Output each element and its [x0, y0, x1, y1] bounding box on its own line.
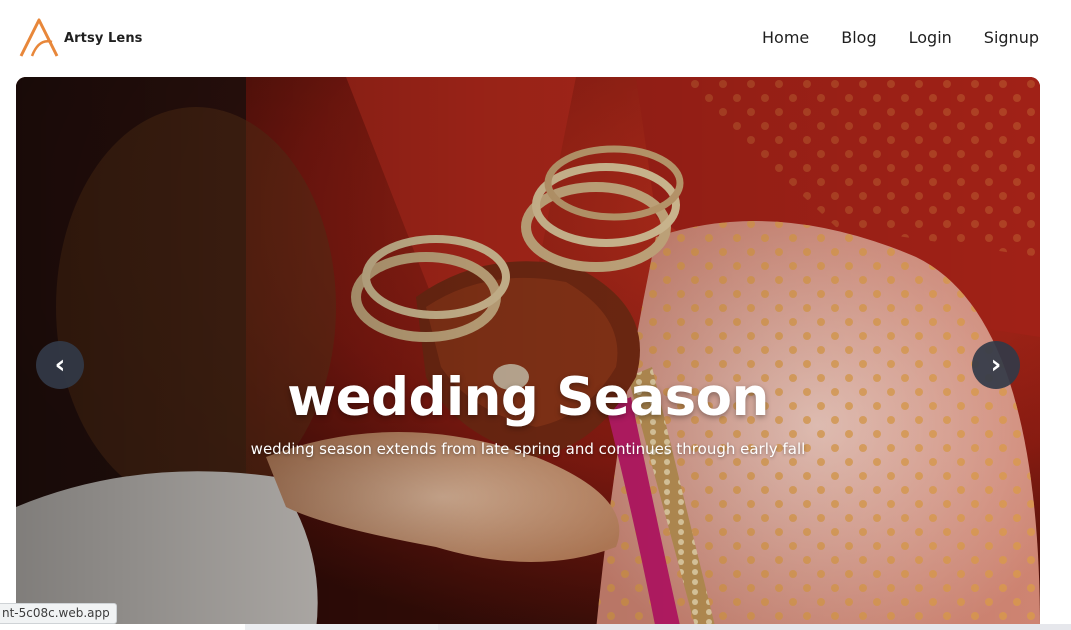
- carousel-next-button[interactable]: ›: [972, 341, 1020, 389]
- nav-blog-link[interactable]: Blog: [841, 28, 876, 47]
- carousel-prev-button[interactable]: ‹: [36, 341, 84, 389]
- nav-signup-link[interactable]: Signup: [984, 28, 1039, 47]
- chevron-right-icon: ›: [990, 350, 1002, 380]
- brand-name: Artsy Lens: [64, 30, 143, 46]
- hero-carousel: wedding Season wedding season extends fr…: [16, 77, 1040, 630]
- carousel-title: wedding Season: [287, 367, 769, 428]
- carousel-caption: wedding Season wedding season extends fr…: [16, 367, 1040, 458]
- brand[interactable]: Artsy Lens: [19, 18, 143, 58]
- nav-home-link[interactable]: Home: [762, 28, 809, 47]
- bottom-strip-segment: [438, 624, 1071, 630]
- nav-login-link[interactable]: Login: [909, 28, 952, 47]
- bottom-strip: [0, 624, 1071, 630]
- bottom-strip-segment: [245, 624, 438, 630]
- artsy-lens-logo-icon: [19, 18, 59, 58]
- main-nav: Home Blog Login Signup: [762, 28, 1039, 47]
- status-bar-url: nt-5c08c.web.app: [0, 603, 117, 624]
- site-header: Artsy Lens Home Blog Login Signup: [0, 0, 1071, 77]
- chevron-left-icon: ‹: [54, 350, 66, 380]
- hero-overlay: [16, 77, 1040, 630]
- carousel-subtitle: wedding season extends from late spring …: [250, 440, 806, 458]
